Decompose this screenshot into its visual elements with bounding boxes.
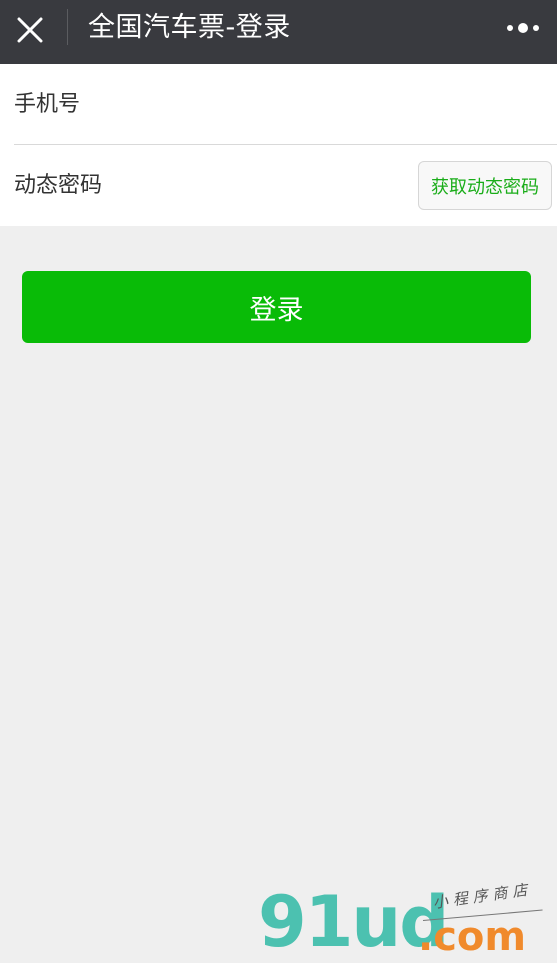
- more-button[interactable]: [499, 10, 547, 46]
- close-button[interactable]: [10, 10, 50, 50]
- navbar: 全国汽车票-登录: [0, 0, 557, 64]
- login-form: 获取动态密码: [0, 64, 557, 226]
- close-icon: [17, 17, 43, 43]
- phone-row: [0, 64, 557, 144]
- login-button[interactable]: 登录: [22, 271, 531, 343]
- watermark-logo: 91ud .com 小程序商店: [258, 880, 553, 960]
- get-code-button[interactable]: 获取动态密码: [418, 161, 552, 210]
- watermark-domain-text: .com: [418, 914, 527, 960]
- navbar-divider: [67, 9, 68, 45]
- page-title: 全国汽车票-登录: [88, 12, 291, 43]
- phone-input[interactable]: [14, 64, 544, 144]
- more-dots-icon: [507, 23, 539, 33]
- code-row: 获取动态密码: [0, 145, 557, 226]
- code-input[interactable]: [14, 145, 404, 225]
